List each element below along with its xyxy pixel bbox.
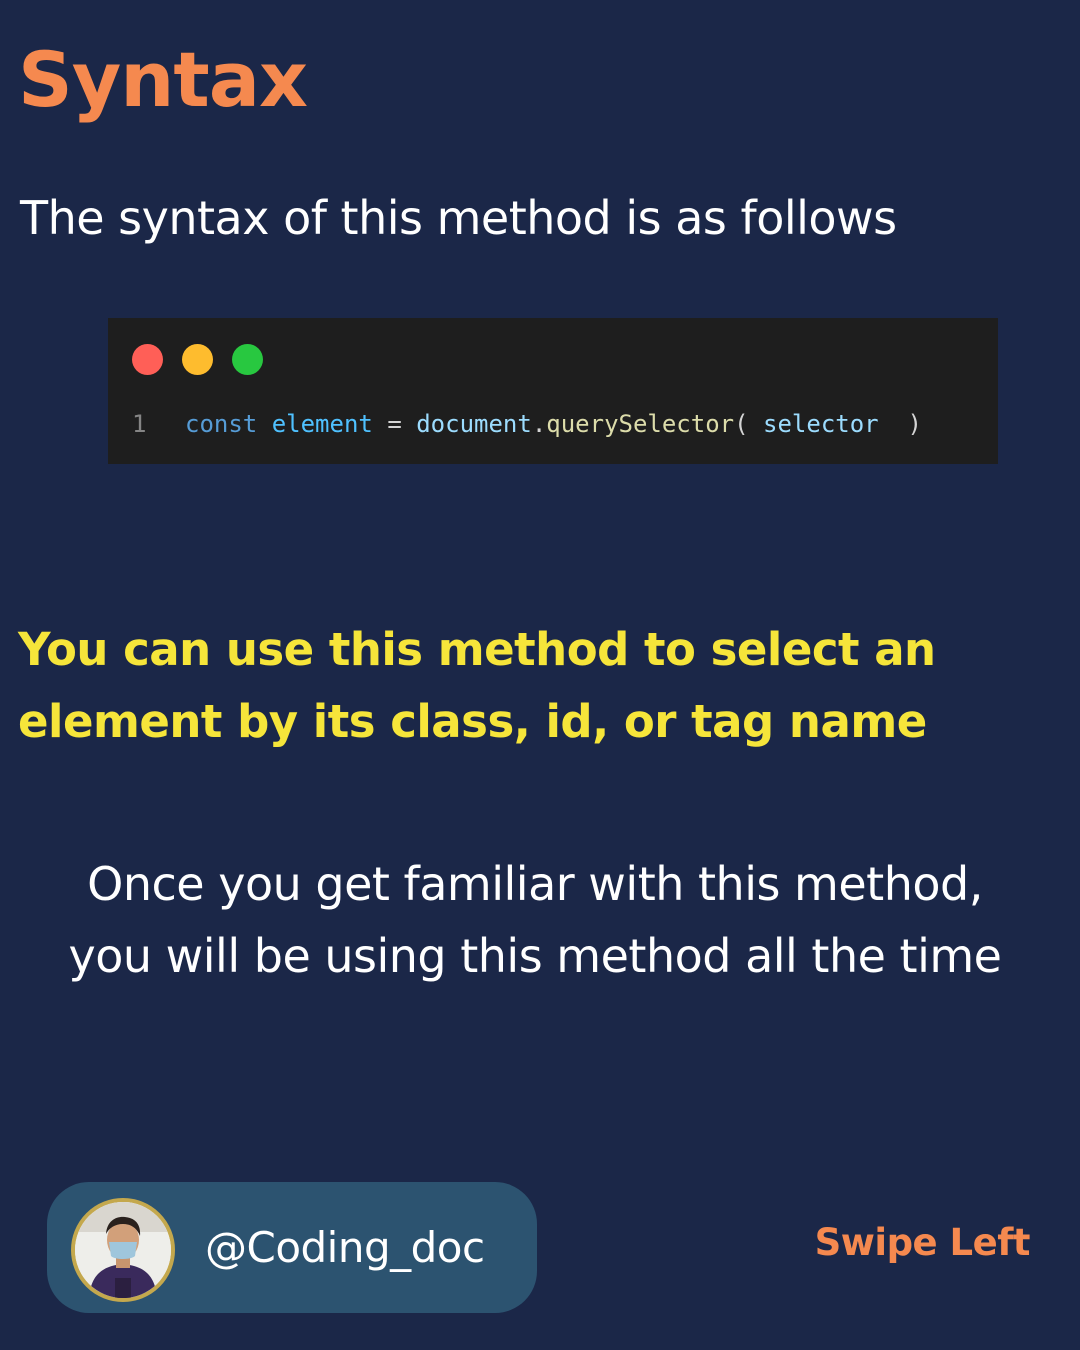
avatar-photo-icon — [75, 1202, 171, 1298]
subtitle: The syntax of this method is as follows — [20, 191, 897, 245]
window-maximize-dot-icon — [232, 344, 263, 375]
code-param: selector — [763, 410, 879, 438]
swipe-left-label: Swipe Left — [814, 1221, 1031, 1264]
page-title: Syntax — [18, 35, 308, 124]
code-operator: = — [387, 410, 402, 438]
code-text: const element = document.querySelector( … — [185, 406, 922, 442]
code-line: 1 const element = document.querySelector… — [108, 406, 922, 442]
code-variable: element — [271, 410, 373, 438]
code-snippet-window: 1 const element = document.querySelector… — [108, 318, 998, 464]
window-minimize-dot-icon — [182, 344, 213, 375]
profile-handle[interactable]: @Coding_doc — [205, 1220, 485, 1276]
code-open-paren: ( — [734, 410, 749, 438]
code-close-paren: ) — [907, 410, 922, 438]
window-close-dot-icon — [132, 344, 163, 375]
body-text: Once you get familiar with this method, … — [68, 857, 1002, 983]
code-method: querySelector — [546, 410, 735, 438]
code-keyword: const — [185, 410, 258, 438]
profile-handle-pill[interactable]: @Coding_doc — [47, 1182, 537, 1313]
avatar — [71, 1198, 175, 1302]
highlight-text: You can use this method to select an ele… — [18, 623, 936, 748]
code-dot: . — [531, 410, 547, 438]
line-number: 1 — [132, 410, 147, 438]
code-object: document — [416, 410, 532, 438]
